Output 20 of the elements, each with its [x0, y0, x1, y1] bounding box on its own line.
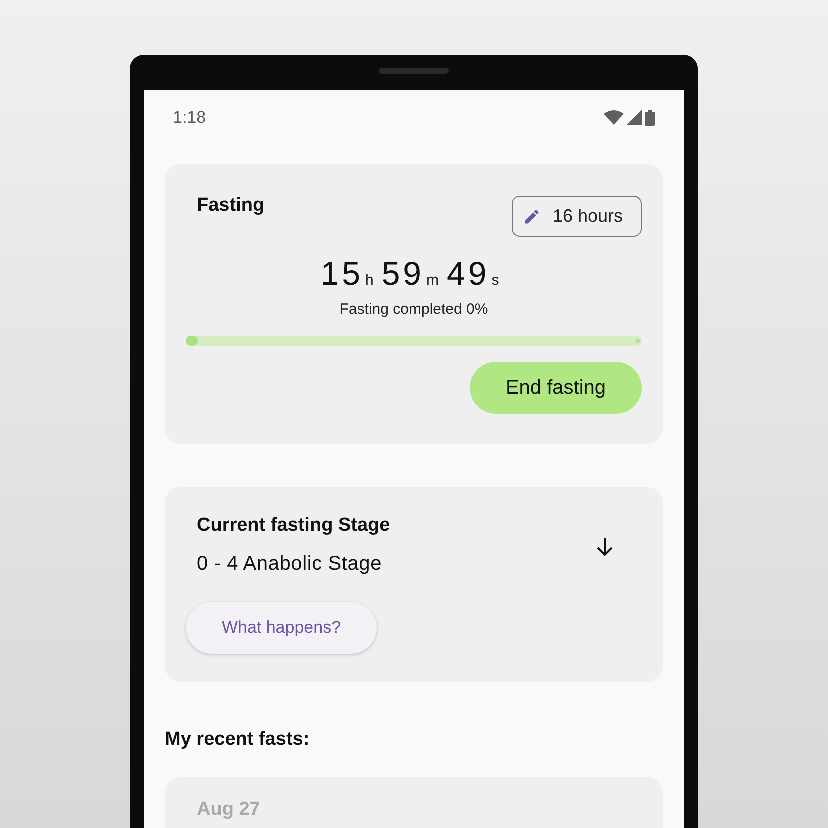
timer-value: 15: [320, 255, 364, 293]
card-title: Fasting: [197, 194, 265, 216]
timer-value: 49: [447, 255, 490, 293]
timer-unit: h: [365, 272, 374, 289]
stage-name: 0 - 4 Anabolic Stage: [197, 553, 384, 576]
progress-text: Fasting completed 0%: [338, 301, 490, 318]
what-happens-button[interactable]: What happens?: [186, 602, 377, 654]
status-time: 1:18: [173, 108, 206, 128]
battery-icon: [645, 110, 655, 126]
section-title: My recent fasts:: [165, 729, 311, 751]
pencil-icon: [522, 208, 541, 226]
signal-icon: [627, 110, 642, 125]
timer-unit: s: [492, 272, 500, 289]
timer-value: 59: [382, 255, 425, 293]
fast-date: Aug 27: [197, 799, 260, 820]
goal-button[interactable]: 16 hours: [512, 196, 642, 237]
wifi-icon: [604, 110, 624, 125]
timer-unit: m: [426, 272, 440, 289]
end-fasting-button[interactable]: End fasting: [470, 362, 642, 414]
stage-title: Current fasting Stage: [197, 515, 390, 537]
